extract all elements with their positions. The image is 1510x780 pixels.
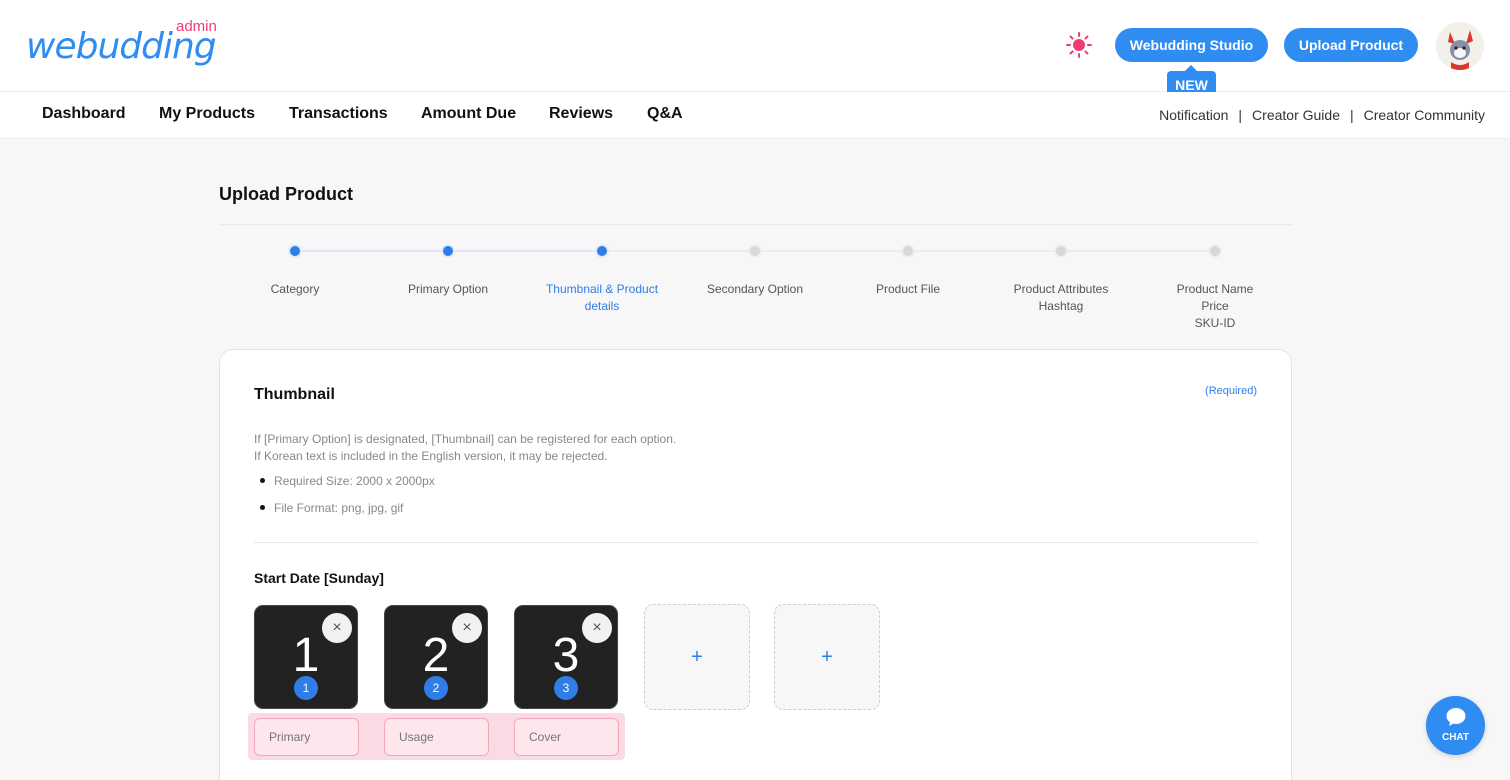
thumbnail-card: Thumbnail (Required) If [Primary Option]… (219, 349, 1292, 780)
section-divider (254, 542, 1258, 543)
link-separator: | (1349, 107, 1354, 123)
step-dot (748, 244, 762, 258)
step-label: Thumbnail & Product details (545, 282, 659, 313)
required-label: (Required) (1205, 385, 1257, 397)
page-title: Upload Product (219, 184, 353, 204)
thumbnail-image-3[interactable]: 3 × 3 (514, 605, 618, 709)
role-input-cover[interactable] (514, 718, 619, 756)
order-badge: 3 (554, 676, 578, 700)
step-label: Secondary Option (706, 282, 804, 296)
step-label: Product Attributes Hashtag (1013, 282, 1109, 313)
step-dot (288, 244, 302, 258)
creator-guide-link[interactable]: Creator Guide (1252, 107, 1340, 123)
step-dot (441, 244, 455, 258)
nav-reviews[interactable]: Reviews (549, 105, 613, 123)
logo-admin-label: admin (176, 18, 217, 35)
nav-qa[interactable]: Q&A (647, 105, 683, 123)
avatar[interactable] (1436, 22, 1484, 70)
step-thumbnail-details[interactable]: Thumbnail & Product details (532, 244, 672, 315)
description-line: If [Primary Option] is designated, [Thum… (254, 432, 677, 446)
chat-label: CHAT (1441, 732, 1470, 743)
requirement-list: Required Size: 2000 x 2000px File Format… (254, 474, 435, 528)
thumbnail-description: If [Primary Option] is designated, [Thum… (254, 431, 676, 465)
remove-thumbnail-button[interactable]: × (582, 613, 612, 643)
thumbnail-title: Thumbnail (254, 386, 335, 403)
thumbnail-image-1[interactable]: 1 × 1 (254, 605, 358, 709)
sun-icon[interactable] (1066, 32, 1092, 58)
step-dot (901, 244, 915, 258)
utility-links: Notification | Creator Guide | Creator Commu… (1159, 107, 1485, 123)
add-thumbnail-button[interactable]: + (644, 604, 750, 710)
main-nav: Dashboard My Products Transactions Amoun… (0, 92, 1510, 139)
step-label: Primary Option (407, 282, 489, 296)
step-category[interactable]: Category (225, 244, 365, 298)
remove-thumbnail-button[interactable]: × (452, 613, 482, 643)
step-label: Product File (875, 282, 941, 296)
step-label: Product Name Price SKU-ID (1176, 282, 1254, 330)
step-label: Category (270, 282, 320, 296)
nav-my-products[interactable]: My Products (159, 105, 255, 123)
chat-bubble-icon (1446, 708, 1466, 726)
nav-amount-due[interactable]: Amount Due (421, 105, 516, 123)
order-badge: 1 (294, 676, 318, 700)
step-primary-option[interactable]: Primary Option (378, 244, 518, 298)
step-secondary-option[interactable]: Secondary Option (685, 244, 825, 298)
nav-transactions[interactable]: Transactions (289, 105, 388, 123)
description-line: If Korean text is included in the Englis… (254, 449, 608, 463)
order-badge: 2 (424, 676, 448, 700)
avatar-character-icon (1436, 22, 1484, 70)
step-attributes-hashtag[interactable]: Product Attributes Hashtag (991, 244, 1131, 315)
role-input-primary[interactable] (254, 718, 359, 756)
upload-product-button[interactable]: Upload Product (1284, 28, 1418, 62)
thumbnail-image-2[interactable]: 2 × 2 (384, 605, 488, 709)
title-divider (219, 224, 1292, 225)
step-dot (1054, 244, 1068, 258)
notification-link[interactable]: Notification (1159, 107, 1228, 123)
step-dot (1208, 244, 1222, 258)
start-date-heading: Start Date [Sunday] (254, 570, 384, 586)
step-dot (595, 244, 609, 258)
step-name-price-sku[interactable]: Product Name Price SKU-ID (1145, 244, 1285, 332)
creator-community-link[interactable]: Creator Community (1364, 107, 1485, 123)
requirement-format: File Format: png, jpg, gif (254, 501, 435, 528)
step-product-file[interactable]: Product File (838, 244, 978, 298)
requirement-size: Required Size: 2000 x 2000px (254, 474, 435, 501)
link-separator: | (1238, 107, 1243, 123)
chat-button[interactable]: CHAT (1426, 696, 1485, 755)
webudding-studio-button[interactable]: Webudding Studio (1115, 28, 1268, 62)
remove-thumbnail-button[interactable]: × (322, 613, 352, 643)
add-thumbnail-button[interactable]: + (774, 604, 880, 710)
top-header: webudding admin Webudding Studio NEW Upl… (0, 0, 1510, 100)
role-input-usage[interactable] (384, 718, 489, 756)
nav-dashboard[interactable]: Dashboard (42, 105, 126, 123)
